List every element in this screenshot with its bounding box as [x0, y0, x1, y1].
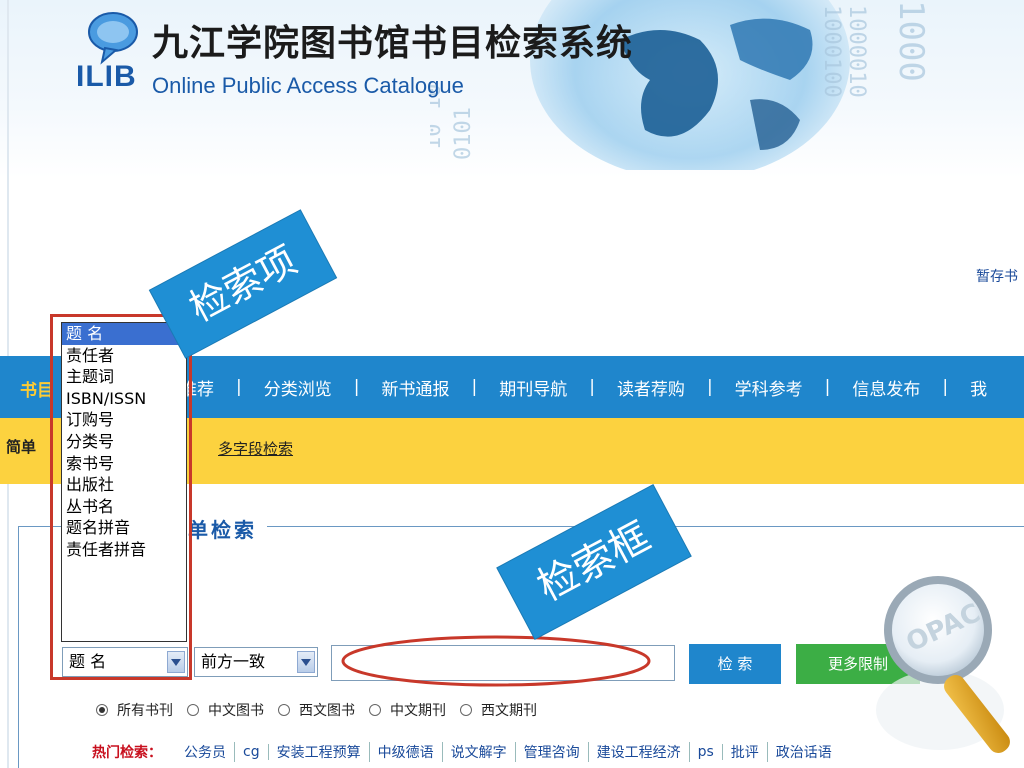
section-border-left [18, 526, 19, 768]
match-mode-select[interactable]: 前方一致 [194, 647, 318, 677]
section-heading: 单检索 [186, 514, 267, 543]
hot-search-link[interactable]: 建设工程经济 [589, 742, 690, 762]
callout-search-field: 检索项 [150, 210, 336, 358]
annotation-ellipse [341, 635, 651, 687]
hot-search-link[interactable]: 管理咨询 [516, 742, 589, 762]
search-field-option[interactable]: 责任者拼音 [62, 539, 186, 561]
search-field-option[interactable]: 责任者 [62, 345, 186, 367]
hot-search-link[interactable]: 中级德语 [370, 742, 443, 762]
opac-magnifier-icon: OPAC [876, 576, 1010, 753]
site-header: 10 10 0101 1000100 1000010 1000 ILIB 九江学… [0, 0, 1024, 178]
radio-all[interactable]: 所有书刊 [96, 700, 173, 720]
hot-search-link[interactable]: 公务员 [176, 742, 235, 762]
radio-chinese-books[interactable]: 中文图书 [187, 700, 264, 720]
doc-type-radios: 所有书刊 中文图书 西文图书 中文期刊 西文期刊 [96, 700, 551, 720]
radio-dot[interactable] [460, 704, 472, 716]
search-field-options[interactable]: 题 名 责任者 主题词 ISBN/ISSN 订购号 分类号 索书号 出版社 丛书… [61, 322, 187, 642]
svg-text:1000010: 1000010 [844, 5, 869, 98]
nav-item-purchase-request[interactable]: 读者荐购 [595, 375, 707, 400]
search-button[interactable]: 检 索 [689, 644, 781, 684]
match-mode-value: 前方一致 [201, 652, 266, 671]
search-field-option[interactable]: ISBN/ISSN [62, 388, 186, 410]
search-field-option[interactable]: 题名拼音 [62, 517, 186, 539]
nav-item-subject-reference[interactable]: 学科参考 [713, 375, 825, 400]
radio-dot[interactable] [369, 704, 381, 716]
search-field-option[interactable]: 丛书名 [62, 496, 186, 518]
site-title: 九江学院图书馆书目检索系统 [152, 23, 634, 64]
hot-search-link[interactable]: 政治话语 [768, 742, 840, 762]
search-field-option[interactable]: 出版社 [62, 474, 186, 496]
radio-dot[interactable] [96, 704, 108, 716]
hot-search-link[interactable]: ps [690, 744, 723, 760]
radio-western-books[interactable]: 西文图书 [278, 700, 355, 720]
tab-simple-search[interactable]: 简单 [6, 436, 36, 457]
svg-text:0101: 0101 [451, 107, 476, 160]
svg-text:1000100: 1000100 [819, 5, 844, 98]
nav-item-my[interactable]: 我 [948, 375, 1009, 400]
tab-multi-field-search[interactable]: 多字段检索 [218, 438, 293, 459]
radio-western-journals[interactable]: 西文期刊 [460, 700, 537, 720]
search-field-option[interactable]: 题 名 [62, 323, 186, 345]
radio-dot[interactable] [278, 704, 290, 716]
cart-link[interactable]: 暂存书 [976, 266, 1018, 286]
callout-search-box: 检索框 [497, 485, 691, 639]
nav-item-new-books[interactable]: 新书通报 [359, 375, 471, 400]
nav-item-catalog[interactable]: 书目 [20, 376, 54, 401]
nav-item-browse[interactable]: 分类浏览 [242, 375, 354, 400]
logo-text: ILIB [76, 60, 137, 93]
search-field-option[interactable]: 订购号 [62, 409, 186, 431]
section-title: 单检索 [188, 518, 257, 542]
search-field-option[interactable]: 分类号 [62, 431, 186, 453]
radio-chinese-journals[interactable]: 中文期刊 [369, 700, 446, 720]
hot-search-link[interactable]: cg [235, 744, 269, 760]
chevron-down-icon[interactable] [297, 651, 315, 673]
search-field-option[interactable]: 主题词 [62, 366, 186, 388]
radio-dot[interactable] [187, 704, 199, 716]
hot-searches: 热门检索： 公务员 cg 安装工程预算 中级德语 说文解字 管理咨询 建设工程经… [92, 742, 840, 762]
svg-text:1000: 1000 [891, 0, 931, 82]
main-nav: 推荐 | 分类浏览 | 新书通报 | 期刊导航 | 读者荐购 | 学科参考 | … [180, 374, 1009, 400]
hot-search-link[interactable]: 批评 [723, 742, 768, 762]
site-subtitle: Online Public Access Catalogue [152, 73, 464, 98]
nav-item-journals[interactable]: 期刊导航 [477, 375, 589, 400]
hot-search-link[interactable]: 说文解字 [443, 742, 516, 762]
hot-searches-label: 热门检索： [92, 745, 162, 761]
nav-item-news[interactable]: 信息发布 [830, 375, 942, 400]
hot-search-link[interactable]: 安装工程预算 [269, 742, 370, 762]
search-field-option[interactable]: 索书号 [62, 453, 186, 475]
